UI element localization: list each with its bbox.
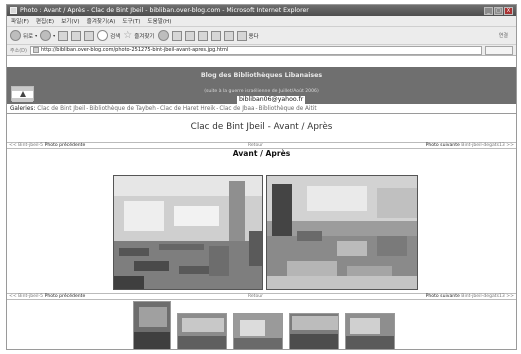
gallery-separator: - [216, 105, 219, 112]
star-icon: ☆ [123, 30, 133, 41]
maximize-button[interactable]: □ [494, 6, 503, 15]
home-button[interactable] [84, 30, 95, 41]
extra-label: 용다 [248, 33, 259, 40]
research-icon [236, 30, 247, 41]
back-arrow-icon [10, 30, 21, 41]
back-link[interactable]: Retour [248, 294, 263, 299]
search-button[interactable]: 검색 [97, 30, 120, 41]
prev-photo-label: Photo précédente [44, 143, 86, 148]
menu-view[interactable]: 보기(V) [61, 17, 79, 25]
ie-icon [10, 7, 17, 14]
history-button[interactable] [157, 30, 169, 41]
discuss-icon [210, 30, 221, 41]
page-icon [32, 47, 39, 53]
prev-photo-link[interactable]: << Bint-jbeil-5 [9, 294, 43, 299]
close-button[interactable]: X [504, 6, 513, 15]
favorites-button[interactable]: ☆ 즐겨찾기 [123, 30, 154, 41]
window-title: Photo : Avant / Après - Clac de Bint Jbe… [20, 7, 309, 14]
back-label: 뒤로 [23, 33, 34, 40]
menu-help[interactable]: 도움말(H) [147, 17, 171, 25]
blog-title[interactable]: Blog des Bibliothèques Libanaises [7, 72, 516, 79]
forward-button[interactable]: ▾ [40, 30, 55, 41]
mail-button[interactable] [171, 30, 182, 41]
window-titlebar: Photo : Avant / Après - Clac de Bint Jbe… [7, 5, 516, 16]
thumbnail[interactable] [133, 301, 171, 349]
mail-icon [171, 30, 182, 41]
browser-window: Photo : Avant / Après - Clac de Bint Jbe… [6, 4, 517, 350]
discuss-button[interactable] [210, 30, 221, 41]
prev-photo-label: Photo précédente [44, 294, 86, 299]
photo-before [113, 175, 263, 290]
stop-icon [58, 30, 69, 41]
forward-arrow-icon [40, 30, 52, 41]
menu-file[interactable]: 파일(F) [11, 17, 29, 25]
gallery-link[interactable]: Bibliothèque de Taybeh [89, 106, 156, 112]
next-photo-label: Photo suivante [425, 294, 460, 299]
gallery-separator: - [156, 105, 159, 112]
search-label: 검색 [110, 33, 121, 40]
gallery-link[interactable]: Clac de Bint Jbeil [37, 106, 85, 112]
address-bar: 주소(D) http://bibliban.over-blog.com/phot… [7, 45, 516, 56]
search-icon [97, 30, 109, 41]
page-title: Clac de Bint Jbeil - Avant / Après [190, 122, 333, 132]
next-photo-link[interactable]: Bint-jbeil-degats13 >> [461, 294, 514, 299]
thumbnail-strip [7, 301, 516, 349]
thumbnail[interactable] [177, 313, 227, 349]
dropdown-arrow-icon: ▾ [53, 33, 56, 38]
back-link[interactable]: Retour [248, 143, 263, 148]
history-icon [157, 30, 169, 41]
home-icon [84, 30, 95, 41]
menu-tools[interactable]: 도구(T) [122, 17, 140, 25]
favorites-label: 즐겨찾기 [134, 33, 155, 40]
next-photo-label: Photo suivante [425, 143, 460, 148]
address-label: 주소(D) [10, 47, 27, 54]
photo-after [266, 175, 418, 290]
blog-header: Blog des Bibliothèques Libanaises (suite… [7, 67, 516, 104]
next-photo-link[interactable]: Bint-jbeil-degats13 >> [461, 143, 514, 148]
gallery-separator: - [86, 105, 89, 112]
menu-favorites[interactable]: 즐겨찾기(A) [87, 17, 116, 25]
print-icon [184, 30, 195, 41]
blog-email-link[interactable]: bibliban06@yahoo.fr [237, 96, 306, 104]
prev-photo-link[interactable]: << Bint-jbeil-5 [9, 143, 43, 148]
photo-nav-top: << Bint-jbeil-5 Photo précédente Retour … [7, 142, 516, 149]
refresh-icon [71, 30, 82, 41]
galleries-label: Galeries: [10, 105, 36, 112]
thumbnail[interactable] [345, 313, 395, 349]
stop-button[interactable] [58, 30, 69, 41]
thumbnail[interactable] [233, 313, 283, 349]
gallery-separator: - [255, 105, 258, 112]
edit-icon [197, 30, 208, 41]
menu-edit[interactable]: 편집(E) [36, 17, 54, 25]
research-button[interactable]: 용다 [236, 30, 259, 41]
go-button[interactable] [485, 45, 513, 55]
address-input[interactable]: http://bibliban.over-blog.com/photo-2512… [29, 45, 482, 55]
edit-button[interactable] [197, 30, 208, 41]
minimize-button[interactable]: _ [484, 6, 493, 15]
page-content: Blog des Bibliothèques Libanaises (suite… [7, 67, 516, 349]
galleries-bar: Galeries: Clac de Bint Jbeil - Bibliothè… [7, 104, 516, 114]
toolbar: 뒤로 ▾ ▾ 검색 ☆ 즐겨찾기 용다 연결 [7, 27, 516, 45]
address-url: http://bibliban.over-blog.com/photo-2512… [40, 47, 229, 53]
photo-title: Avant / Après [232, 149, 291, 158]
gallery-link[interactable]: Bibliothèque de Aitit [259, 106, 317, 112]
back-button[interactable]: 뒤로 ▾ [10, 30, 37, 41]
links-label[interactable]: 연결 [499, 32, 508, 39]
photo-nav-bottom: << Bint-jbeil-5 Photo précédente Retour … [7, 293, 516, 300]
messenger-icon [223, 30, 234, 41]
dropdown-arrow-icon: ▾ [35, 33, 38, 38]
gallery-link[interactable]: Clac de Haret Hreik [160, 106, 215, 112]
refresh-button[interactable] [71, 30, 82, 41]
menu-bar: 파일(F) 편집(E) 보기(V) 즐겨찾기(A) 도구(T) 도움말(H) [7, 16, 516, 27]
print-button[interactable] [184, 30, 195, 41]
blog-subtitle: (suite à la guerre israélienne de Juille… [204, 89, 319, 94]
messenger-button[interactable] [223, 30, 234, 41]
gallery-link[interactable]: Clac de Jbaa [219, 106, 254, 112]
thumbnail[interactable] [289, 313, 339, 349]
